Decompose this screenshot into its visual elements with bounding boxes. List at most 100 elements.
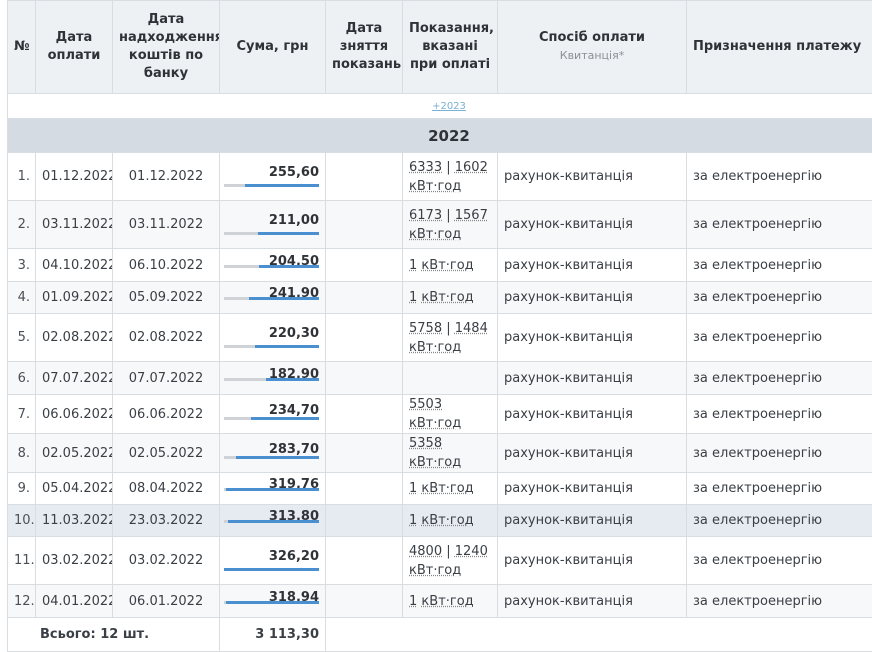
sum-bar-track [224, 456, 319, 459]
sum-bar-track [224, 417, 319, 420]
col-pay-date: Дата оплати [36, 1, 113, 94]
reading-unit[interactable]: кВт·год [421, 513, 473, 528]
table-row: 3.04.10.202206.10.2022204,501 кВт·годрах… [8, 249, 872, 282]
pay-date: 11.03.2022 [36, 505, 113, 537]
reading-value-night[interactable]: 1484 [455, 321, 488, 336]
row-number: 1. [8, 153, 36, 201]
total-label: Всього: 12 шт. [8, 618, 220, 652]
reading-value-night[interactable]: 1602 [455, 160, 488, 175]
sum-bar-track [224, 184, 319, 187]
reading-unit[interactable]: кВт·год [409, 455, 461, 470]
table-row: 2.03.11.202203.11.2022211,006173 | 1567к… [8, 201, 872, 249]
sum-cell: 220,30 [220, 314, 326, 362]
reading-unit[interactable]: кВт·год [421, 481, 473, 496]
reading-value[interactable]: 5503 [409, 397, 442, 412]
reading-value[interactable]: 1 [409, 481, 417, 496]
table-header: № Дата оплати Дата надходження коштів по… [8, 1, 872, 94]
sum-value: 234,70 [226, 403, 319, 418]
pay-date: 01.09.2022 [36, 282, 113, 314]
reading-date [326, 585, 403, 618]
reading-value[interactable]: 6333 [409, 160, 442, 175]
sum-bar-fill [266, 378, 319, 381]
col-method: Спосіб оплати Квитанція* [498, 1, 687, 94]
year-header-row: 2022 [8, 119, 872, 153]
row-number: 2. [8, 201, 36, 249]
reading-unit[interactable]: кВт·год [409, 563, 461, 578]
bank-date: 03.02.2022 [113, 537, 220, 585]
reading-unit[interactable]: кВт·год [421, 258, 473, 273]
payment-method: рахунок-квитанція [498, 314, 687, 362]
sum-bar-track [224, 232, 319, 235]
bank-date: 03.11.2022 [113, 201, 220, 249]
bank-date: 08.04.2022 [113, 473, 220, 505]
reading-unit[interactable]: кВт·год [409, 340, 461, 355]
sum-value: 326,20 [226, 549, 319, 564]
table-row: 8.02.05.202202.05.2022283,705358 кВт·год… [8, 434, 872, 473]
year-link-row: +2023 [8, 94, 872, 119]
reading-unit[interactable]: кВт·год [409, 416, 461, 431]
payment-purpose: за електроенергію [687, 282, 872, 314]
reading-date [326, 153, 403, 201]
sum-cell: 319,76 [220, 473, 326, 505]
reading-value-night[interactable]: 1240 [455, 544, 488, 559]
payment-method: рахунок-квитанція [498, 395, 687, 434]
reading-date [326, 362, 403, 395]
reading-value[interactable]: 5758 [409, 321, 442, 336]
col-readings: Показання, вказані при оплаті [403, 1, 498, 94]
readings-cell: 1 кВт·год [403, 249, 498, 282]
reading-date [326, 395, 403, 434]
table-row: 5.02.08.202202.08.2022220,305758 | 1484к… [8, 314, 872, 362]
pay-date: 03.02.2022 [36, 537, 113, 585]
sum-bar-track [224, 378, 319, 381]
sum-bar-fill [228, 520, 319, 523]
reading-value[interactable]: 1 [409, 594, 417, 609]
table-row: 12.04.01.202206.01.2022318,941 кВт·годра… [8, 585, 872, 618]
reading-unit[interactable]: кВт·год [409, 227, 461, 242]
year-2023-link[interactable]: +2023 [432, 101, 466, 112]
sum-bar-fill [249, 297, 319, 300]
readings-cell: 1 кВт·год [403, 505, 498, 537]
reading-date [326, 537, 403, 585]
sum-cell: 211,00 [220, 201, 326, 249]
payment-method: рахунок-квитанція [498, 362, 687, 395]
sum-bar-fill [259, 265, 319, 268]
sum-cell: 326,20 [220, 537, 326, 585]
sum-cell: 313,80 [220, 505, 326, 537]
reading-value[interactable]: 1 [409, 513, 417, 528]
total-empty [326, 618, 872, 652]
row-number: 11. [8, 537, 36, 585]
reading-unit[interactable]: кВт·год [409, 179, 461, 194]
payment-method: рахунок-квитанція [498, 585, 687, 618]
reading-value[interactable]: 1 [409, 290, 417, 305]
sum-cell: 241,90 [220, 282, 326, 314]
sum-bar-track [224, 345, 319, 348]
total-row: Всього: 12 шт.3 113,30 [8, 618, 872, 652]
sum-cell: 204,50 [220, 249, 326, 282]
reading-value[interactable]: 4800 [409, 544, 442, 559]
row-number: 12. [8, 585, 36, 618]
bank-date: 06.01.2022 [113, 585, 220, 618]
reading-unit[interactable]: кВт·год [421, 290, 473, 305]
reading-value-night[interactable]: 1567 [455, 208, 488, 223]
sum-bar-fill [258, 232, 319, 235]
sum-bar-track [224, 520, 319, 523]
reading-value[interactable]: 5358 [409, 436, 442, 451]
sum-cell: 318,94 [220, 585, 326, 618]
year-title: 2022 [8, 119, 872, 153]
reading-value[interactable]: 6173 [409, 208, 442, 223]
pay-date: 05.04.2022 [36, 473, 113, 505]
reading-date [326, 434, 403, 473]
reading-unit[interactable]: кВт·год [421, 594, 473, 609]
readings-cell: 5358 кВт·год [403, 434, 498, 473]
readings-cell: 6333 | 1602кВт·год [403, 153, 498, 201]
reading-date [326, 282, 403, 314]
payment-method: рахунок-квитанція [498, 282, 687, 314]
sum-bar-fill [236, 456, 319, 459]
sum-cell: 234,70 [220, 395, 326, 434]
reading-value[interactable]: 1 [409, 258, 417, 273]
col-bank-date: Дата надходження коштів по банку [113, 1, 220, 94]
payment-purpose: за електроенергію [687, 249, 872, 282]
bank-date: 07.07.2022 [113, 362, 220, 395]
table-row: 4.01.09.202205.09.2022241,901 кВт·годрах… [8, 282, 872, 314]
payment-purpose: за електроенергію [687, 505, 872, 537]
